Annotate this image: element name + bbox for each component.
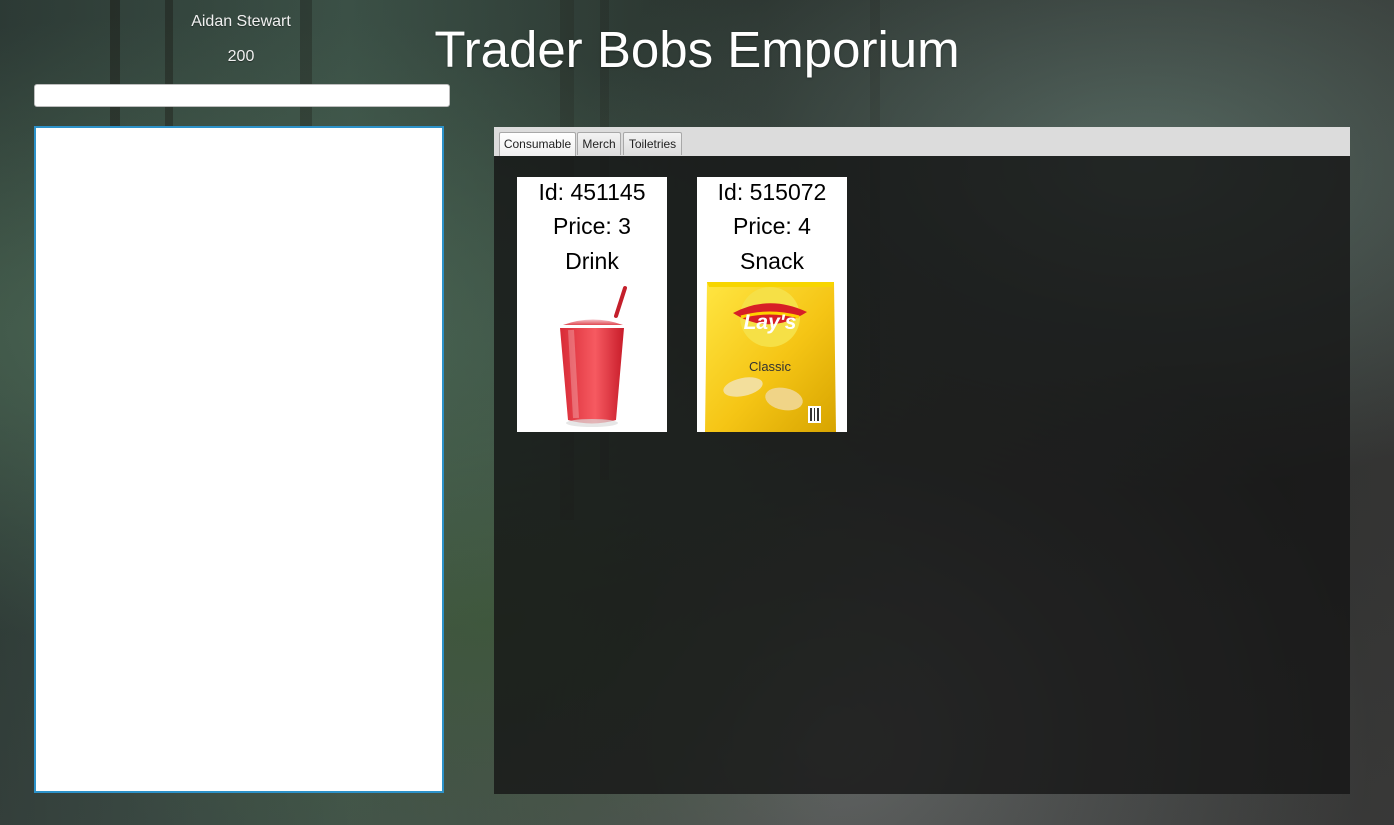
- tab-header: Consumable Merch Toiletries: [494, 127, 1350, 156]
- cart-list[interactable]: [34, 126, 444, 793]
- store-window: Aidan Stewart 200 Trader Bobs Emporium C…: [0, 0, 1394, 825]
- user-name: Aidan Stewart: [191, 13, 291, 30]
- product-id: Id: 515072: [717, 179, 827, 205]
- product-price: Price: 4: [733, 213, 811, 239]
- product-price: Price: 3: [553, 213, 631, 239]
- chips-bag-icon: Lay's Classic: [705, 282, 836, 432]
- product-name: Drink: [565, 248, 619, 274]
- red-drink-cup-icon: [560, 286, 627, 427]
- chips-brand: Lay's: [744, 311, 797, 334]
- product-id: Id: 451145: [538, 179, 646, 205]
- tab-toiletries[interactable]: Toiletries: [623, 132, 682, 155]
- search-input[interactable]: [34, 84, 450, 107]
- store-title: Trader Bobs Emporium: [434, 21, 960, 78]
- chips-flavor: Classic: [749, 359, 791, 374]
- user-balance: 200: [227, 48, 255, 65]
- product-tab-pane: Consumable Merch Toiletries Id: 451145 P…: [494, 127, 1350, 794]
- product-card-drink[interactable]: Id: 451145 Price: 3 Drink: [517, 177, 667, 432]
- tab-merch[interactable]: Merch: [577, 132, 621, 155]
- product-name: Snack: [740, 248, 804, 274]
- product-card-snack[interactable]: Id: 515072 Price: 4 Snack Lay's Classic: [697, 177, 847, 432]
- tab-consumable[interactable]: Consumable: [499, 132, 576, 156]
